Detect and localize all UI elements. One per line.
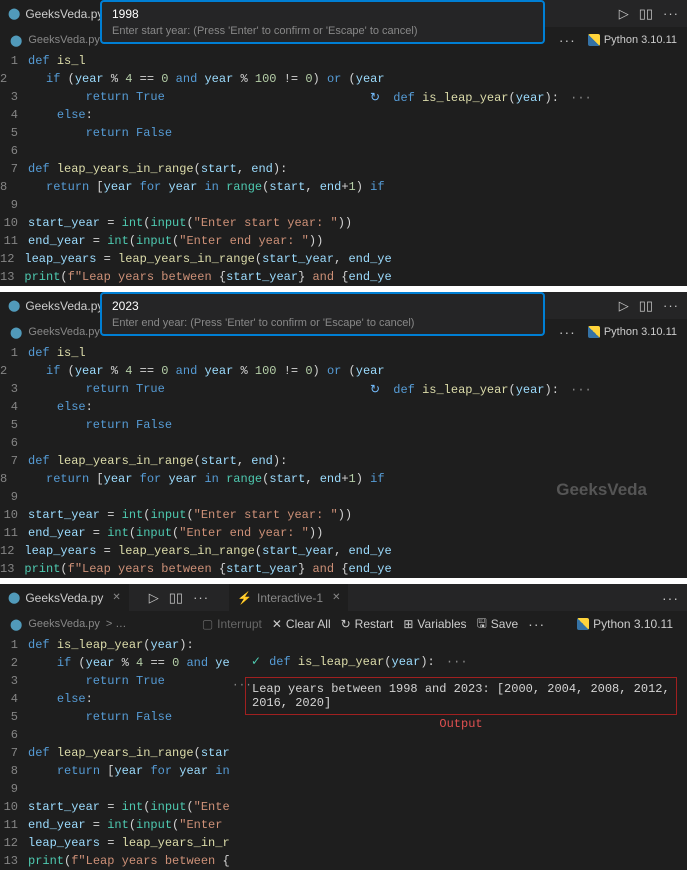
- code-editor[interactable]: 1def is_l 2 if (year % 4 == 0 and year %…: [0, 52, 360, 286]
- save-button[interactable]: 🖫Save: [477, 614, 519, 635]
- save-icon: 🖫: [477, 614, 487, 635]
- tab-label: GeeksVeda.py: [25, 7, 103, 21]
- breadcrumb-file[interactable]: GeeksVeda.py: [28, 618, 100, 630]
- run-icon[interactable]: ▷: [149, 590, 159, 606]
- python-file-icon: ⬤: [8, 7, 20, 20]
- more-icon[interactable]: ···: [663, 6, 679, 21]
- refresh-icon[interactable]: ↻: [370, 383, 380, 397]
- input-prompt-start[interactable]: 1998 Enter start year: (Press 'Enter' to…: [100, 0, 545, 44]
- output-text: Leap years between 1998 and 2023: [2000,…: [252, 682, 670, 710]
- interactive-output-pane: ✓ def is_leap_year(year): ··· ··· Leap y…: [235, 636, 687, 870]
- python-file-icon: ⬤: [10, 618, 22, 631]
- python-file-icon: ⬤: [8, 591, 20, 604]
- code-editor[interactable]: 1def is_leap_year(year): 2 if (year % 4 …: [0, 636, 235, 870]
- interactive-icon: ⚡: [237, 591, 252, 605]
- split-icon[interactable]: ▯▯: [639, 298, 653, 314]
- variables-button[interactable]: ⊞Variables: [403, 617, 466, 631]
- split-icon[interactable]: ▯▯: [639, 6, 653, 22]
- interactive-pane: ↻ def is_leap_year(year): ···: [360, 52, 687, 286]
- python-file-icon: ⬤: [10, 326, 22, 339]
- tab-label: GeeksVeda.py: [25, 299, 103, 313]
- breadcrumb-more[interactable]: > …: [106, 618, 126, 630]
- breadcrumb-file[interactable]: GeeksVeda.py: [28, 34, 100, 46]
- check-icon: ✓: [251, 654, 261, 669]
- run-icon[interactable]: ▷: [619, 298, 629, 314]
- output-label: Output: [245, 717, 677, 731]
- variables-icon: ⊞: [403, 617, 413, 631]
- python-version[interactable]: Python 3.10.11: [588, 34, 677, 46]
- code-editor[interactable]: 1def is_l 2 if (year % 4 == 0 and year %…: [0, 344, 360, 578]
- stop-icon: ▢: [202, 617, 213, 631]
- prompt-hint: Enter start year: (Press 'Enter' to conf…: [112, 25, 533, 37]
- fold-icon[interactable]: ···: [446, 655, 468, 669]
- split-icon[interactable]: ▯▯: [169, 590, 183, 606]
- restart-icon: ↻: [341, 617, 351, 631]
- close-icon[interactable]: ✕: [332, 592, 340, 603]
- interrupt-button[interactable]: ▢Interrupt: [202, 617, 262, 631]
- prompt-hint: Enter end year: (Press 'Enter' to confir…: [112, 317, 533, 329]
- watermark: GeeksVeda: [556, 480, 647, 500]
- python-version[interactable]: Python 3.10.11: [588, 326, 677, 338]
- input-prompt-end[interactable]: 2023 Enter end year: (Press 'Enter' to c…: [100, 292, 545, 336]
- python-file-icon: ⬤: [10, 34, 22, 47]
- more-icon[interactable]: ···: [663, 298, 679, 313]
- more-icon[interactable]: ···: [528, 616, 545, 632]
- more-icon[interactable]: ···: [193, 590, 209, 605]
- prompt-value: 2023: [112, 299, 533, 313]
- editor-panel-2: ⬤ GeeksVeda.py ✕ ▷ ▯▯ ··· 2023 Enter end…: [0, 292, 687, 578]
- collapse-icon[interactable]: ···: [232, 680, 252, 692]
- prompt-value: 1998: [112, 7, 533, 21]
- editor-panel-3: ⬤ GeeksVeda.py ✕ ▷ ▯▯ ··· ⚡ Interactive-…: [0, 584, 687, 870]
- fold-icon[interactable]: ···: [570, 383, 592, 397]
- restart-button[interactable]: ↻Restart: [341, 617, 394, 631]
- clear-all-button[interactable]: ✕Clear All: [272, 617, 331, 631]
- tab-interactive[interactable]: ⚡ Interactive-1 ✕: [229, 584, 348, 611]
- breadcrumb-file[interactable]: GeeksVeda.py: [28, 326, 100, 338]
- fold-icon[interactable]: ···: [570, 91, 592, 105]
- tab-label: Interactive-1: [257, 591, 323, 605]
- interactive-pane: ↻ def is_leap_year(year): ···: [360, 344, 687, 578]
- close-icon[interactable]: ✕: [112, 592, 120, 603]
- tab-label: GeeksVeda.py: [25, 591, 103, 605]
- tab-bar: ⬤ GeeksVeda.py ✕ ▷ ▯▯ ··· ⚡ Interactive-…: [0, 584, 687, 612]
- tab-geeksveda[interactable]: ⬤ GeeksVeda.py ✕: [0, 584, 129, 611]
- run-icon[interactable]: ▷: [619, 6, 629, 22]
- python-version[interactable]: Python 3.10.11: [577, 617, 673, 631]
- more-icon[interactable]: ···: [559, 32, 576, 48]
- editor-panel-1: ⬤ GeeksVeda.py ✕ ▷ ▯▯ ··· 1998 Enter sta…: [0, 0, 687, 286]
- python-file-icon: ⬤: [8, 299, 20, 312]
- output-cell: ··· Leap years between 1998 and 2023: [2…: [245, 677, 677, 715]
- refresh-icon[interactable]: ↻: [370, 91, 380, 105]
- close-icon: ✕: [272, 617, 282, 631]
- more-icon[interactable]: ···: [559, 324, 576, 340]
- more-icon[interactable]: ···: [662, 590, 679, 606]
